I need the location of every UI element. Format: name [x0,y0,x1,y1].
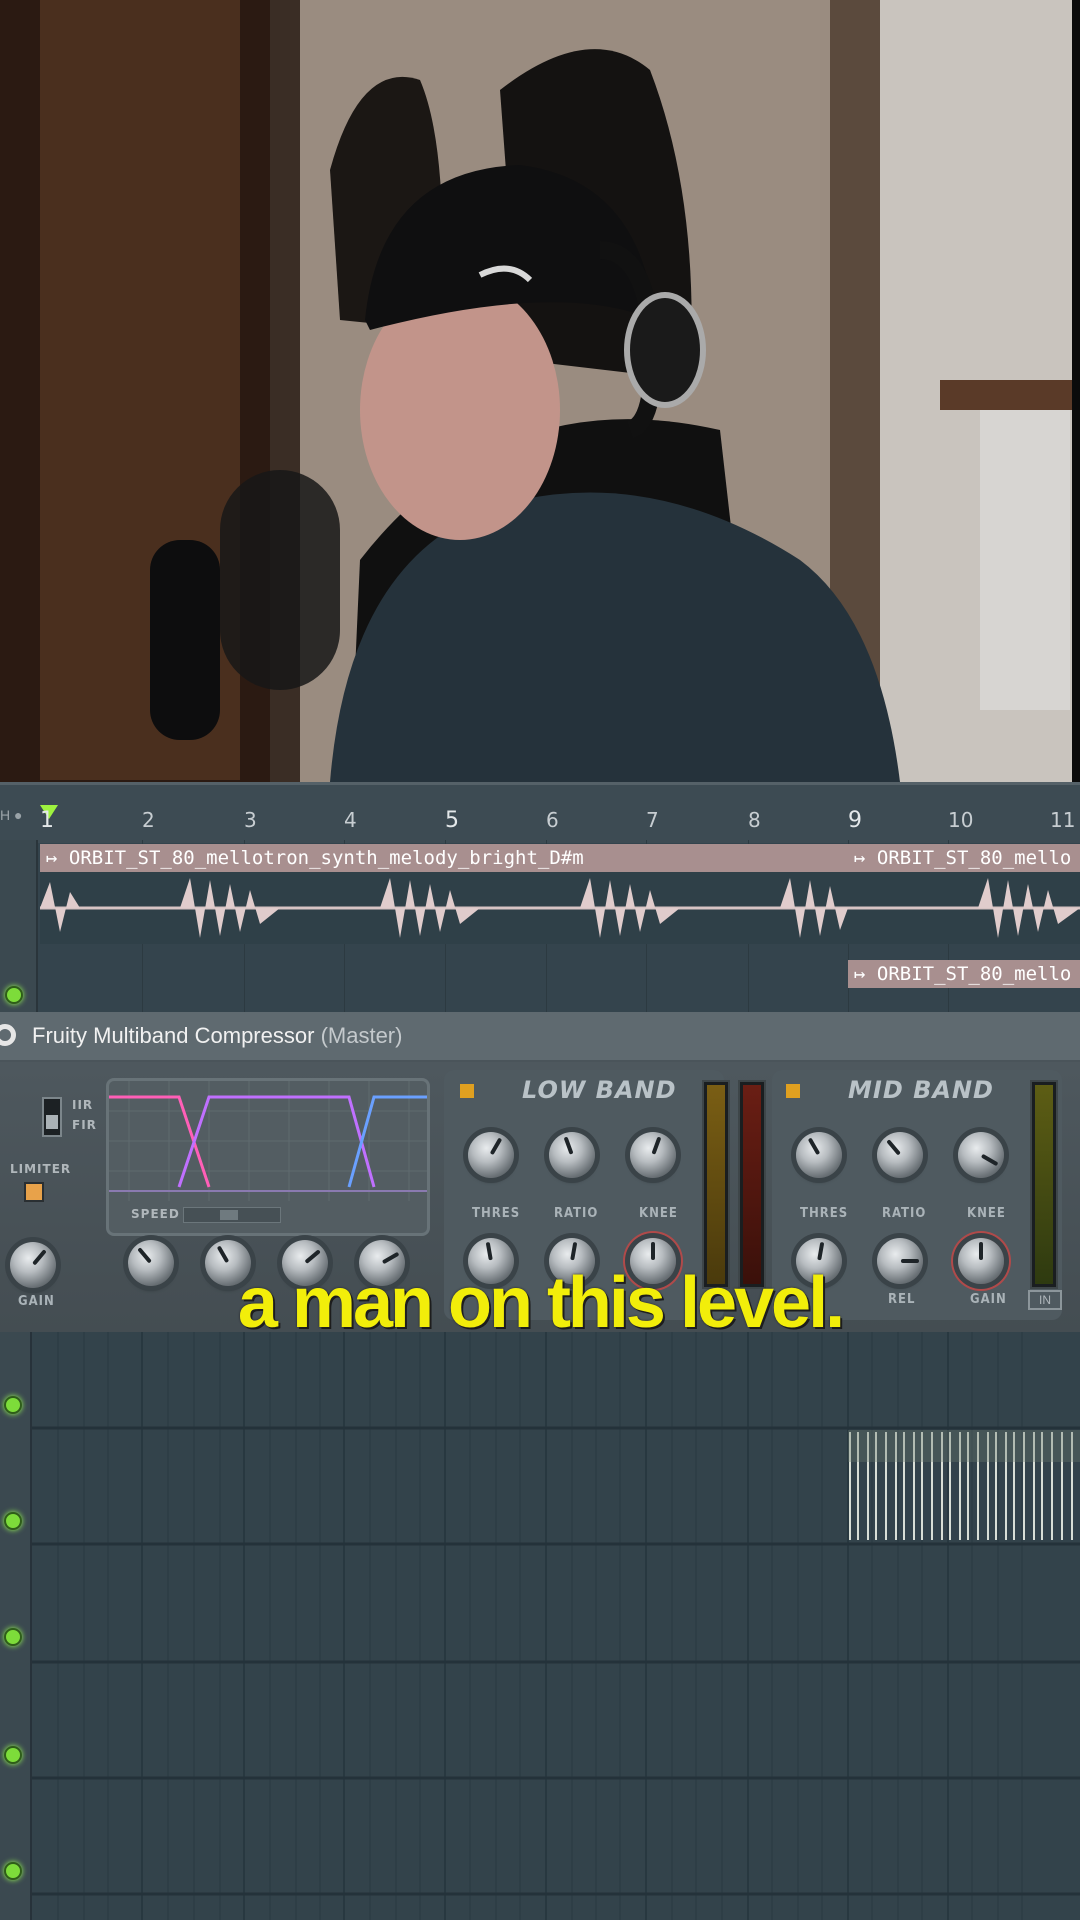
knee-label: KNEE [639,1206,678,1221]
plugin-title-bar[interactable]: Fruity Multiband Compressor (Master) [0,1012,1080,1062]
thres-label: THRES [472,1206,521,1221]
track-enable-led[interactable] [4,1512,22,1530]
ruler-controls[interactable]: H ● [0,807,22,823]
limiter-toggle[interactable] [24,1182,44,1202]
thres-knob[interactable] [468,1132,514,1178]
level-meter [702,1080,730,1289]
track-enable-led[interactable] [5,986,23,1004]
waveform [40,878,848,938]
speed-slider[interactable] [183,1207,281,1223]
bar-number: 2 [142,808,155,832]
knee-label: KNEE [967,1206,1006,1221]
playlist-lower-tracks [0,1332,1080,1920]
clip-name: ORBIT_ST_80_mellotron_synth_melody_brigh… [68,847,584,869]
bar-number: 6 [546,808,559,832]
plugin-title: Fruity Multiband Compressor [32,1023,315,1048]
ratio-knob[interactable] [549,1132,595,1178]
knee-knob[interactable] [630,1132,676,1178]
track-enable-led[interactable] [4,1396,22,1414]
bar-number: 5 [445,808,459,833]
level-meter [1030,1080,1058,1289]
track-enable-led[interactable] [4,1746,22,1764]
ratio-label: RATIO [554,1206,599,1221]
speed-label: SPEED [131,1207,180,1221]
webcam-feed [0,0,1080,782]
clip-arrow-icon: ↦ [46,847,69,869]
webcam-edge [1072,0,1080,782]
audio-clip-waveform[interactable] [848,872,1080,944]
gear-icon[interactable] [0,1024,16,1046]
audio-clip-waveform[interactable] [40,872,848,944]
gain-reduction-meter [738,1080,766,1289]
track-enable-led[interactable] [4,1862,22,1880]
waveform [848,878,1080,938]
thres-knob[interactable] [796,1132,842,1178]
crossover-display[interactable]: SPEED [106,1078,430,1236]
plugin-name: Fruity Multiband Compressor (Master) [32,1023,402,1049]
audio-clip-header[interactable]: ↦ ORBIT_ST_80_mellotron_synth_melody_bri… [40,844,848,872]
timeline-ruler[interactable]: H ● 1 2 3 4 5 6 7 8 9 10 11 [0,782,1080,843]
clip-name: ORBIT_ST_80_mello [876,963,1072,985]
bar-number: 8 [748,808,761,832]
fir-label: FIR [72,1118,97,1132]
audio-clip-header[interactable]: ↦ ORBIT_ST_80_mello [848,844,1080,872]
track-header-strip [0,1332,32,1920]
video-caption: a man on this level. [237,1263,845,1343]
ratio-label: RATIO [882,1206,927,1221]
bar-number: 1 [40,808,54,833]
playlist-panel: H ● 1 2 3 4 5 6 7 8 9 10 11 ↦ ORBIT_ST_8… [0,782,1080,1012]
bar-number: 3 [244,808,257,832]
ratio-knob[interactable] [877,1132,923,1178]
thres-label: THRES [800,1206,849,1221]
track-header-strip [0,840,38,1012]
clip-arrow-icon: ↦ [854,963,877,985]
band-active-badge[interactable] [460,1084,474,1098]
webcam-scene [0,0,1080,782]
iir-fir-switch[interactable] [42,1097,62,1137]
bar-number: 11 [1050,808,1076,832]
limiter-label: LIMITER [10,1162,72,1176]
crossover-graph [109,1081,427,1201]
bar-number: 4 [344,808,357,832]
band-title: LOW BAND [522,1076,677,1104]
plugin-target: (Master) [320,1023,403,1048]
track-enable-led[interactable] [4,1628,22,1646]
band-active-badge[interactable] [786,1084,800,1098]
bar-number: 7 [646,808,659,832]
iir-label: IIR [72,1098,94,1112]
bar-number: 9 [848,808,862,833]
audio-clip-header[interactable]: ↦ ORBIT_ST_80_mello [848,960,1080,988]
clip-arrow-icon: ↦ [854,847,877,869]
knee-knob[interactable] [958,1132,1004,1178]
clip-name: ORBIT_ST_80_mello [876,847,1072,869]
bar-number: 10 [948,808,974,832]
playlist-grid [0,1332,1080,1920]
band-title: MID BAND [848,1076,994,1104]
